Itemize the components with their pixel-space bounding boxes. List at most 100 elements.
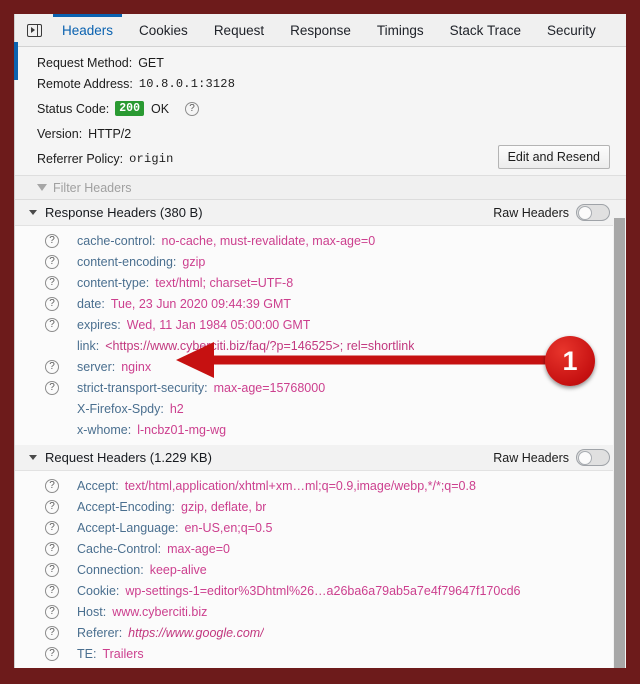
header-row-cache-control-request[interactable]: ? Cache-Control: max-age=0 [15, 538, 626, 559]
active-row-accent [14, 42, 18, 80]
header-row-cookie[interactable]: ? Cookie: wp-settings-1=editor%3Dhtml%26… [15, 580, 626, 601]
tab-request-label: Request [214, 23, 264, 38]
status-code-text: OK [151, 102, 169, 116]
panel-toggle-button[interactable] [19, 14, 49, 46]
help-slot: ? [45, 521, 77, 535]
header-row-server[interactable]: ? server: nginx [15, 356, 626, 377]
help-slot: ? [45, 318, 77, 332]
section-header-request-headers[interactable]: Request Headers (1.229 KB) Raw Headers [15, 445, 626, 471]
help-icon[interactable]: ? [45, 276, 59, 290]
tab-request[interactable]: Request [201, 14, 277, 46]
header-row-accept[interactable]: ? Accept: text/html,application/xhtml+xm… [15, 475, 626, 496]
vertical-scrollbar-thumb[interactable] [614, 218, 625, 668]
help-slot: ? [45, 626, 77, 640]
help-slot: ? [45, 479, 77, 493]
version-label: Version: [37, 127, 82, 141]
header-value: max-age=0 [167, 542, 230, 556]
tab-response[interactable]: Response [277, 14, 364, 46]
raw-headers-control-response: Raw Headers [493, 204, 610, 221]
edit-and-resend-button[interactable]: Edit and Resend [498, 145, 610, 169]
help-icon[interactable]: ? [45, 521, 59, 535]
header-value: Wed, 11 Jan 1984 05:00:00 GMT [127, 318, 311, 332]
help-slot: ? [45, 234, 77, 248]
header-row-te[interactable]: ? TE: Trailers [15, 643, 626, 664]
referrer-policy-value: origin [129, 152, 173, 166]
annotation-badge-1[interactable]: 1 [545, 336, 595, 386]
help-icon[interactable]: ? [45, 381, 59, 395]
header-row-x-firefox-spdy[interactable]: X-Firefox-Spdy: h2 [15, 398, 626, 419]
vertical-scrollbar-track[interactable] [613, 200, 626, 668]
tab-security[interactable]: Security [534, 14, 609, 46]
header-row-accept-language[interactable]: ? Accept-Language: en-US,en;q=0.5 [15, 517, 626, 538]
help-icon[interactable]: ? [45, 542, 59, 556]
header-colon: : [140, 563, 143, 577]
raw-headers-toggle-response[interactable] [576, 204, 610, 221]
header-colon: : [146, 276, 149, 290]
help-icon[interactable]: ? [45, 360, 59, 374]
help-icon[interactable]: ? [45, 255, 59, 269]
tab-headers[interactable]: Headers [49, 14, 126, 46]
header-colon: : [152, 234, 155, 248]
header-name: Host [77, 605, 103, 619]
tab-cookies[interactable]: Cookies [126, 14, 201, 46]
help-icon[interactable]: ? [45, 234, 59, 248]
header-name: Accept-Language [77, 521, 175, 535]
request-summary: Request Method: GET Remote Address: 10.8… [15, 47, 626, 176]
tab-stack-trace[interactable]: Stack Trace [437, 14, 534, 46]
help-icon[interactable]: ? [45, 563, 59, 577]
help-slot: ? [45, 297, 77, 311]
header-row-date[interactable]: ? date: Tue, 23 Jun 2020 09:44:39 GMT [15, 293, 626, 314]
help-icon[interactable]: ? [45, 318, 59, 332]
header-name: content-encoding [77, 255, 173, 269]
header-name: content-type [77, 276, 146, 290]
help-icon[interactable]: ? [45, 584, 59, 598]
help-icon[interactable]: ? [45, 297, 59, 311]
screenshot-frame: Headers Cookies Request Response Timings… [0, 0, 640, 684]
tab-response-label: Response [290, 23, 351, 38]
header-row-expires[interactable]: ? expires: Wed, 11 Jan 1984 05:00:00 GMT [15, 314, 626, 335]
header-row-connection[interactable]: ? Connection: keep-alive [15, 559, 626, 580]
devtools-tab-bar: Headers Cookies Request Response Timings… [15, 14, 626, 47]
help-icon[interactable]: ? [45, 500, 59, 514]
header-row-host[interactable]: ? Host: www.cyberciti.biz [15, 601, 626, 622]
header-name: Referer [77, 626, 119, 640]
request-headers-title: Request Headers (1.229 KB) [45, 450, 212, 465]
help-icon[interactable]: ? [45, 479, 59, 493]
referrer-policy-label: Referrer Policy: [37, 152, 123, 166]
header-name: cache-control [77, 234, 152, 248]
header-row-link[interactable]: link: <https://www.cyberciti.biz/faq/?p=… [15, 335, 626, 356]
header-value: Trailers [102, 647, 143, 661]
header-value: en-US,en;q=0.5 [184, 521, 272, 535]
header-colon: : [103, 605, 106, 619]
raw-headers-toggle-request[interactable] [576, 449, 610, 466]
help-icon[interactable]: ? [45, 647, 59, 661]
help-slot: ? [45, 563, 77, 577]
filter-headers-input[interactable]: Filter Headers [15, 176, 626, 200]
header-row-accept-encoding[interactable]: ? Accept-Encoding: gzip, deflate, br [15, 496, 626, 517]
header-name: Accept-Encoding [77, 500, 172, 514]
section-header-response-headers[interactable]: Response Headers (380 B) Raw Headers [15, 200, 626, 226]
header-name: Connection [77, 563, 140, 577]
status-help-icon[interactable]: ? [185, 102, 199, 116]
help-slot: ? [45, 647, 77, 661]
header-name: x-whome [77, 423, 128, 437]
header-row-strict-transport-security[interactable]: ? strict-transport-security: max-age=157… [15, 377, 626, 398]
header-name: server [77, 360, 112, 374]
header-value: l-ncbz01-mg-wg [137, 423, 226, 437]
header-colon: : [116, 584, 119, 598]
help-icon[interactable]: ? [45, 626, 59, 640]
header-row-content-encoding[interactable]: ? content-encoding: gzip [15, 251, 626, 272]
header-row-referer[interactable]: ? Referer: https://www.google.com/ [15, 622, 626, 643]
header-value: keep-alive [150, 563, 207, 577]
header-value: www.cyberciti.biz [112, 605, 207, 619]
header-row-cache-control[interactable]: ? cache-control: no-cache, must-revalida… [15, 230, 626, 251]
chevron-down-icon-response [29, 210, 37, 215]
help-icon[interactable]: ? [45, 605, 59, 619]
tab-timings[interactable]: Timings [364, 14, 437, 46]
header-row-content-type[interactable]: ? content-type: text/html; charset=UTF-8 [15, 272, 626, 293]
header-value: text/html,application/xhtml+xm…ml;q=0.9,… [125, 479, 476, 493]
header-row-x-whome[interactable]: x-whome: l-ncbz01-mg-wg [15, 419, 626, 440]
help-slot: ? [45, 500, 77, 514]
header-colon: : [204, 381, 207, 395]
help-slot: ? [45, 584, 77, 598]
